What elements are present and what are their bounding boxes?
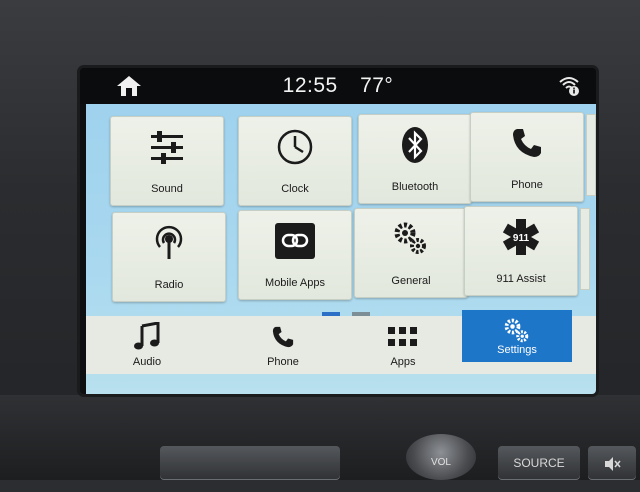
tile-radio[interactable]: Radio — [112, 212, 226, 302]
tile-label: Sound — [151, 183, 183, 195]
wifi-info-icon[interactable] — [558, 74, 580, 96]
nav-phone[interactable]: Phone — [222, 316, 344, 374]
radio-icon — [155, 225, 183, 259]
nav-label: Phone — [267, 356, 299, 368]
phone-icon — [272, 326, 294, 348]
status-bar: 12:55 77° — [80, 68, 596, 104]
phone-icon — [513, 129, 541, 157]
nav-settings[interactable]: Settings — [462, 310, 572, 362]
tile-label: Radio — [154, 279, 184, 291]
next-page-tile-edge — [580, 208, 590, 290]
tile-general[interactable]: General — [354, 208, 468, 298]
bottom-nav: Audio Phone Apps Settings — [86, 310, 596, 374]
infotainment-screen: 12:55 77° Sound Clock Bluetooth Phone Ra… — [80, 68, 596, 394]
volume-knob-label: VOL — [430, 457, 451, 468]
next-page-tile-edge — [586, 114, 596, 196]
tile-label: Phone — [511, 179, 543, 191]
tile-bluetooth[interactable]: Bluetooth — [358, 114, 472, 204]
tile-label: Clock — [281, 183, 309, 195]
tile-label: Mobile Apps — [265, 277, 325, 289]
hardware-button-left[interactable] — [160, 446, 340, 480]
mute-icon — [605, 456, 621, 471]
link-icon — [275, 223, 315, 259]
source-button[interactable]: SOURCE — [498, 446, 580, 480]
nav-audio[interactable]: Audio — [86, 316, 208, 374]
grid-icon — [388, 327, 417, 346]
nav-label: Audio — [132, 356, 162, 368]
source-button-label: SOURCE — [513, 456, 565, 470]
emergency-badge-text: 911 — [513, 233, 530, 244]
tile-phone[interactable]: Phone — [470, 112, 584, 202]
status-center: 12:55 77° — [80, 74, 596, 98]
tile-label: General — [391, 275, 431, 287]
outside-temperature: 77° — [360, 74, 394, 97]
nav-label: Settings — [497, 344, 537, 356]
tile-911-assist[interactable]: 911 911 Assist — [464, 206, 578, 296]
music-note-icon — [134, 322, 160, 350]
gears-icon — [504, 318, 529, 343]
clock-time: 12:55 — [282, 74, 338, 97]
tile-label: 911 Assist — [496, 273, 546, 285]
sliders-icon — [151, 131, 183, 164]
nav-label: Apps — [390, 356, 416, 368]
gears-icon — [394, 222, 426, 254]
clock-icon — [277, 129, 313, 165]
mute-button[interactable] — [588, 446, 636, 480]
volume-knob[interactable]: VOL — [406, 434, 476, 480]
tile-label: Bluetooth — [391, 181, 439, 193]
hardware-controls: VOL SOURCE — [150, 434, 640, 480]
bluetooth-icon — [402, 127, 428, 163]
tile-clock[interactable]: Clock — [238, 116, 352, 206]
nav-apps[interactable]: Apps — [342, 316, 464, 374]
star-of-life-icon: 911 — [502, 219, 540, 255]
tile-mobile-apps[interactable]: Mobile Apps — [238, 210, 352, 300]
tile-sound[interactable]: Sound — [110, 116, 224, 206]
